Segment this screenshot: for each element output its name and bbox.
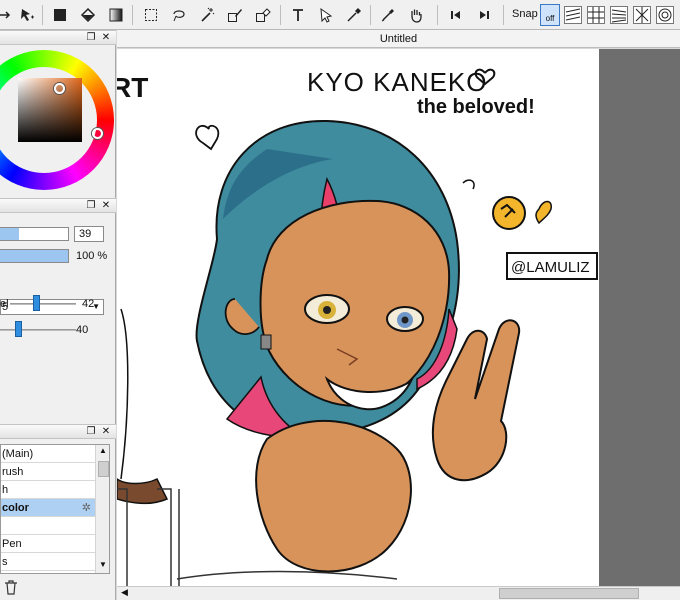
bucket-icon[interactable] <box>77 4 99 26</box>
art-subtitle: the beloved! <box>417 96 535 118</box>
side-hand <box>117 477 169 505</box>
brush-item-label: s <box>2 556 8 568</box>
heart-doodle-small <box>195 124 220 151</box>
brush-item-label: color <box>2 502 29 514</box>
signature: @LAMULIZ <box>511 259 590 276</box>
slider2-track[interactable] <box>0 329 76 331</box>
hue-picker-ring[interactable] <box>92 128 103 139</box>
saturation-value-square[interactable] <box>18 78 82 142</box>
scrollbar-thumb[interactable] <box>499 588 639 599</box>
brush-item[interactable] <box>1 517 95 535</box>
pointer-icon[interactable] <box>315 4 337 26</box>
slider1-value: 42 <box>82 298 95 310</box>
next-icon[interactable] <box>473 4 495 26</box>
select-eraser-icon[interactable] <box>252 4 274 26</box>
left-panel: ❐ ✕ ❐ ✕ 39 100 % 5 ▼ el 42 40 ❐ ✕ (Main)… <box>0 30 116 600</box>
pipette-icon[interactable] <box>377 4 399 26</box>
toolbar-separator <box>503 5 504 25</box>
close-icon[interactable]: ✕ <box>100 200 112 212</box>
slider1-label: el <box>0 298 9 310</box>
move-icon[interactable] <box>16 4 38 26</box>
brush-item-selected[interactable]: color ✲ <box>1 499 95 517</box>
brush-item[interactable]: rush <box>1 463 95 481</box>
snap-radial-icon[interactable] <box>631 4 653 26</box>
slider2-thumb[interactable] <box>15 321 22 337</box>
brush-size-value[interactable]: 39 <box>74 226 104 242</box>
lower-hand <box>255 419 412 573</box>
brush-item-label: Pen <box>2 538 22 550</box>
earring <box>260 334 272 350</box>
slider1-track[interactable] <box>10 303 76 305</box>
sv-picker-ring[interactable] <box>54 83 65 94</box>
brush-list-header: ❐ ✕ <box>0 424 116 439</box>
art-title: KYO KANEKO <box>307 67 488 97</box>
brush-item-label: rush <box>2 466 24 478</box>
slider1-thumb[interactable] <box>33 295 40 311</box>
document-title-bar: Untitled <box>117 30 680 48</box>
eyedropper-icon[interactable] <box>343 4 365 26</box>
brush-item[interactable]: Pen <box>1 535 95 553</box>
scroll-left-icon[interactable]: ◀ <box>121 587 128 598</box>
trash-icon[interactable] <box>0 576 22 598</box>
scrollbar-thumb[interactable] <box>98 461 109 477</box>
restore-icon[interactable]: ❐ <box>85 200 97 212</box>
canvas-paper[interactable]: RT KYO KANEKO the beloved! @LAMULIZ <box>117 49 599 586</box>
document-title: Untitled <box>379 33 418 45</box>
scroll-down-icon[interactable]: ▼ <box>99 560 107 569</box>
close-icon[interactable]: ✕ <box>100 426 112 438</box>
text-icon[interactable] <box>287 4 309 26</box>
brush-item[interactable]: h <box>1 481 95 499</box>
toolbar-separator <box>132 5 133 25</box>
restore-icon[interactable]: ❐ <box>85 32 97 44</box>
partial-text: RT <box>117 72 148 103</box>
toolbar-separator <box>280 5 281 25</box>
brush-settings-header: ❐ ✕ <box>0 198 116 213</box>
toolbar-separator <box>437 5 438 25</box>
snap-parallel-icon[interactable] <box>562 4 584 26</box>
magic-wand-icon[interactable] <box>196 4 218 26</box>
canvas-area[interactable]: RT KYO KANEKO the beloved! @LAMULIZ <box>117 49 680 586</box>
main-toolbar: Snap off <box>0 0 680 30</box>
close-icon[interactable]: ✕ <box>100 32 112 44</box>
color-panel-header: ❐ ✕ <box>0 30 116 45</box>
hand-icon[interactable] <box>405 4 427 26</box>
fill-rect-icon[interactable] <box>49 4 71 26</box>
gear-icon[interactable]: ✲ <box>82 499 91 517</box>
hand-select-icon[interactable] <box>0 4 16 26</box>
snap-off-button[interactable]: off <box>540 4 560 26</box>
slider2-value: 40 <box>76 324 89 336</box>
select-pen-icon[interactable] <box>224 4 246 26</box>
snap-state: off <box>545 14 555 23</box>
density-bar[interactable] <box>0 249 69 263</box>
restore-icon[interactable]: ❐ <box>85 426 97 438</box>
scroll-up-icon[interactable]: ▲ <box>99 446 107 455</box>
brush-item-label: (Main) <box>2 448 34 460</box>
density-value: 100 % <box>76 250 108 262</box>
prev-icon[interactable] <box>445 4 467 26</box>
brush-list-scrollbar[interactable]: ▲ ▼ <box>95 445 109 573</box>
brush-list: (Main) rush h color ✲ Pen s ▲ ▼ <box>0 444 110 574</box>
snap-concentric-icon[interactable] <box>654 4 676 26</box>
brush-item-label: h <box>2 484 9 496</box>
snap-label: Snap <box>512 8 538 20</box>
artwork: RT KYO KANEKO the beloved! @LAMULIZ <box>117 67 598 586</box>
snap-grid-icon[interactable] <box>585 4 607 26</box>
rect-select-icon[interactable] <box>140 4 162 26</box>
brush-item[interactable]: s <box>1 553 95 571</box>
horizontal-scrollbar[interactable]: ◀ <box>117 586 680 600</box>
snap-lines-icon[interactable] <box>608 4 630 26</box>
lasso-icon[interactable] <box>168 4 190 26</box>
brush-item-main[interactable]: (Main) <box>1 445 95 463</box>
toolbar-separator <box>370 5 371 25</box>
brush-size-bar[interactable] <box>0 227 69 241</box>
toolbar-separator <box>42 5 43 25</box>
gradient-icon[interactable] <box>105 4 127 26</box>
